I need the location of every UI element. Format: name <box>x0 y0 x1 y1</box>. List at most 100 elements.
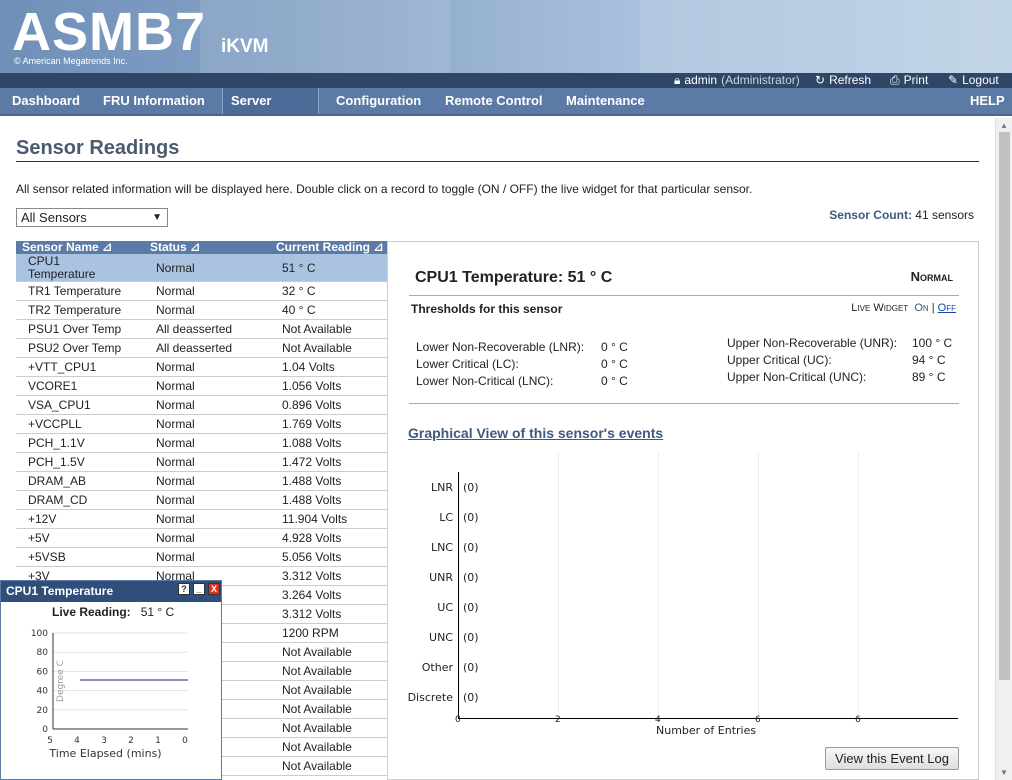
table-row[interactable]: +5VSB Normal 5.056 Volts <box>16 548 387 567</box>
copyright: © American Megatrends Inc. <box>14 56 128 66</box>
sensor-filter-select[interactable]: All Sensors ▼ <box>16 208 168 227</box>
divider <box>16 161 979 162</box>
sensor-count-value: 41 sensors <box>915 208 974 222</box>
table-row[interactable]: +5V Normal 4.928 Volts <box>16 529 387 548</box>
table-row[interactable]: TR2 Temperature Normal 40 ° C <box>16 301 387 320</box>
status-cell: Normal <box>156 531 195 545</box>
reading-cell: 1.488 Volts <box>282 493 342 507</box>
sensor-name-cell: VSA_CPU1 <box>28 398 91 412</box>
scrollbar-thumb[interactable] <box>999 132 1010 680</box>
scroll-up-icon[interactable]: ▲ <box>1000 121 1008 130</box>
sensor-name-cell: VCORE1 <box>28 379 78 393</box>
graphical-view-link[interactable]: Graphical View of this sensor's events <box>408 425 663 441</box>
refresh-link[interactable]: ↻ Refresh <box>815 73 871 88</box>
tab-dashboard[interactable]: Dashboard <box>4 88 88 114</box>
y-axis-label: Degree C <box>56 660 66 702</box>
status-cell: Normal <box>156 417 195 431</box>
x-tick-label: 2 <box>555 715 561 725</box>
table-row[interactable]: PSU2 Over Temp All deasserted Not Availabl… <box>16 339 387 358</box>
reading-cell: Not Available <box>282 341 352 355</box>
table-row[interactable]: TR1 Temperature Normal 32 ° C <box>16 282 387 301</box>
sensor-detail-panel: CPU1 Temperature: 51 ° C Normal Threshol… <box>387 241 979 780</box>
view-event-log-button[interactable]: View this Event Log <box>825 747 959 770</box>
reading-cell: Not Available <box>282 664 352 678</box>
threshold-lnr: Lower Non-Recoverable (LNR): 0 ° C <box>416 339 628 356</box>
live-widget-off[interactable]: Off <box>938 302 956 314</box>
threshold-unc: Upper Non-Critical (UNC): 89 ° C <box>727 369 945 386</box>
help-icon[interactable]: ? <box>178 583 190 595</box>
sensor-name-cell: TR2 Temperature <box>28 303 122 317</box>
reading-cell: Not Available <box>282 759 352 773</box>
reading-cell: 1.088 Volts <box>282 436 342 450</box>
table-row[interactable]: +12V Normal 11.904 Volts <box>16 510 387 529</box>
close-icon[interactable]: X <box>208 583 220 595</box>
sort-icon: ⊿ <box>373 240 384 254</box>
help-link[interactable]: HELP <box>962 88 1012 114</box>
lower-thresholds: Lower Non-Recoverable (LNR): 0 ° C Lower … <box>416 339 628 390</box>
sensor-state: Normal <box>910 269 953 284</box>
status-cell: Normal <box>156 379 195 393</box>
table-row[interactable]: PSU1 Over Temp All deasserted Not Availabl… <box>16 320 387 339</box>
y-tick-label: 80 <box>37 648 49 658</box>
x-tick-label: 0 <box>455 715 461 725</box>
sort-icon: ⊿ <box>190 240 201 254</box>
sensor-name-cell: TR1 Temperature <box>28 284 122 298</box>
tab-server-health[interactable]: Server Health <box>222 88 319 134</box>
table-row[interactable]: DRAM_AB Normal 1.488 Volts <box>16 472 387 491</box>
tab-remote-control[interactable]: Remote Control <box>437 88 551 114</box>
reading-cell: Not Available <box>282 645 352 659</box>
live-reading: Live Reading: 51 ° C <box>52 605 174 619</box>
table-row[interactable]: CPU1 Temperature Normal 51 ° C <box>16 254 387 282</box>
category-label: Discrete <box>407 691 453 704</box>
reading-cell: 0.896 Volts <box>282 398 342 412</box>
col-label: Status <box>150 240 187 254</box>
table-row[interactable]: VCORE1 Normal 1.056 Volts <box>16 377 387 396</box>
x-tick-label: 1 <box>155 736 161 746</box>
reading-cell: 51 ° C <box>282 261 316 275</box>
refresh-icon: ↻ <box>815 73 826 87</box>
print-link[interactable]: ⎙ Print <box>890 73 928 88</box>
widget-title: CPU1 Temperature <box>6 584 114 598</box>
table-row[interactable]: DRAM_CD Normal 1.488 Volts <box>16 491 387 510</box>
tab-fru-information[interactable]: FRU Information <box>95 88 213 114</box>
event-count-label: (0) <box>463 661 479 674</box>
logout-link[interactable]: ✎ Logout <box>948 73 999 88</box>
table-row[interactable]: PCH_1.5V Normal 1.472 Volts <box>16 453 387 472</box>
category-label: Other <box>421 661 453 674</box>
live-widget-on[interactable]: On <box>914 302 928 314</box>
table-row[interactable]: VSA_CPU1 Normal 0.896 Volts <box>16 396 387 415</box>
reading-cell: 3.264 Volts <box>282 588 342 602</box>
page-title: Sensor Readings <box>16 137 180 159</box>
status-cell: Normal <box>156 303 195 317</box>
reading-cell: 32 ° C <box>282 284 316 298</box>
threshold-label: Lower Non-Recoverable (LNR): <box>416 340 585 354</box>
sensor-detail-title: CPU1 Temperature: 51 ° C <box>415 269 613 286</box>
table-row[interactable]: +VCCPLL Normal 1.769 Volts <box>16 415 387 434</box>
sensor-name-cell: +5V <box>28 531 50 545</box>
reading-cell: Not Available <box>282 322 352 336</box>
user-icon: 🔒︎ <box>674 73 681 87</box>
tab-maintenance[interactable]: Maintenance <box>558 88 653 114</box>
banner-panel <box>640 0 1012 73</box>
grid-line <box>558 452 559 718</box>
status-cell: Normal <box>156 360 195 374</box>
col-sensor-name[interactable]: Sensor Name ⊿ <box>22 241 112 254</box>
col-label: Sensor Name <box>22 240 99 254</box>
col-current-reading[interactable]: Current Reading ⊿ <box>276 241 383 254</box>
reading-cell: 11.904 Volts <box>282 512 348 526</box>
live-widget[interactable]: CPU1 Temperature ? _ X Live Reading: 51 … <box>0 580 222 780</box>
reading-cell: Not Available <box>282 721 352 735</box>
page-scrollbar[interactable]: ▲ ▼ <box>995 118 1012 780</box>
logo: ASMB7 <box>12 2 207 62</box>
threshold-lc: Lower Critical (LC): 0 ° C <box>416 356 628 373</box>
table-row[interactable]: +VTT_CPU1 Normal 1.04 Volts <box>16 358 387 377</box>
tab-configuration[interactable]: Configuration <box>328 88 429 114</box>
table-row[interactable]: PCH_1.1V Normal 1.088 Volts <box>16 434 387 453</box>
sensor-name-cell: +12V <box>28 512 57 526</box>
widget-titlebar[interactable]: CPU1 Temperature ? _ X <box>1 581 221 602</box>
scroll-down-icon[interactable]: ▼ <box>1000 768 1008 777</box>
sensor-name-cell: PSU1 Over Temp <box>28 322 122 336</box>
col-status[interactable]: Status ⊿ <box>150 241 200 254</box>
minimize-icon[interactable]: _ <box>193 583 205 595</box>
category-label: LC <box>439 511 453 524</box>
